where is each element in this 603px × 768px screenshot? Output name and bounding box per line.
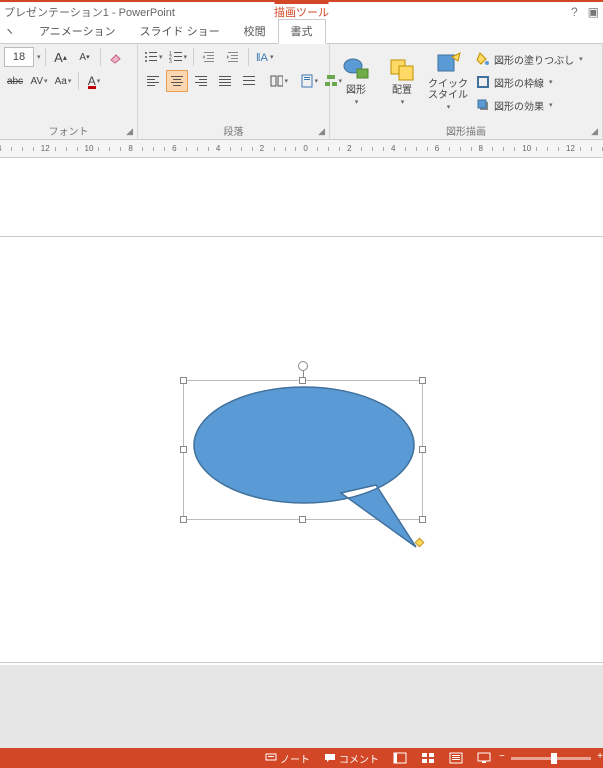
eraser-icon xyxy=(109,50,123,64)
tab-format[interactable]: 書式 xyxy=(278,19,326,44)
group-font: 18 ▾ A▴ A▾ abc AV▾ Aa▾ A ▾ フ xyxy=(0,44,138,139)
notes-icon xyxy=(265,753,277,763)
shape-fill-button[interactable]: 図形の塗りつぶし▾ xyxy=(472,48,587,70)
outline-icon xyxy=(476,75,490,89)
comment-icon xyxy=(324,753,336,763)
strikethrough-button[interactable]: abc xyxy=(4,70,26,92)
group-drawing: 図形 ▾ 配置 ▾ クイック スタイル ▾ 図形の塗りつぶし▾ xyxy=(330,44,603,139)
slide-boundary-bottom xyxy=(0,662,603,663)
svg-text:3: 3 xyxy=(169,59,172,64)
indent-icon xyxy=(226,50,240,64)
slideshow-view-button[interactable] xyxy=(477,752,491,764)
align-right-button[interactable] xyxy=(190,70,212,92)
zoom-thumb[interactable] xyxy=(551,753,557,764)
change-case-button[interactable]: Aa▾ xyxy=(52,70,74,92)
tab-animation[interactable]: アニメーション xyxy=(27,20,128,43)
slide-canvas[interactable] xyxy=(0,158,603,726)
group-drawing-label: 図形描画 xyxy=(446,127,486,138)
drawing-dialog-launcher[interactable]: ◢ xyxy=(591,126,598,137)
group-paragraph-label: 段落 xyxy=(224,127,244,138)
bullets-button[interactable]: ▾ xyxy=(142,46,165,68)
status-bar: ノート コメント xyxy=(0,748,603,768)
workspace-gray xyxy=(0,665,603,748)
font-dialog-launcher[interactable]: ◢ xyxy=(126,126,133,137)
svg-text:‖A: ‖A xyxy=(256,52,269,64)
arrange-icon xyxy=(388,57,416,83)
ribbon-display-options[interactable]: ▣ xyxy=(588,5,599,19)
arrange-button[interactable]: 配置 ▾ xyxy=(380,46,424,116)
numbering-button[interactable]: 123▾ xyxy=(167,46,190,68)
character-spacing-button[interactable]: AV▾ xyxy=(28,70,50,92)
zoom-slider[interactable] xyxy=(511,757,591,760)
columns-icon xyxy=(270,74,283,88)
increase-indent-button[interactable] xyxy=(222,46,244,68)
tab-review[interactable]: 校閲 xyxy=(232,20,278,43)
ribbon: 18 ▾ A▴ A▾ abc AV▾ Aa▾ A ▾ フ xyxy=(0,44,603,140)
reading-view-button[interactable] xyxy=(449,752,463,764)
align-right-icon xyxy=(194,74,208,88)
shape-selection-frame[interactable] xyxy=(183,380,423,520)
comments-button[interactable]: コメント xyxy=(324,751,379,766)
distribute-button[interactable] xyxy=(238,70,260,92)
ribbon-tabs: ヽ アニメーション スライド ショー 校閲 表示 書式 xyxy=(0,22,603,44)
group-font-label: フォント xyxy=(49,127,89,138)
align-text-button[interactable]: ▾ xyxy=(298,70,320,92)
valign-icon xyxy=(300,74,313,88)
distribute-icon xyxy=(242,74,256,88)
shape-effects-button[interactable]: 図形の効果▾ xyxy=(472,94,587,116)
font-size-input[interactable]: 18 xyxy=(4,47,34,67)
shapes-icon xyxy=(342,57,370,83)
window-title: プレゼンテーション1 - PowerPoint xyxy=(4,4,175,20)
shapes-button[interactable]: 図形 ▾ xyxy=(334,46,378,116)
quick-styles-button[interactable]: クイック スタイル ▾ xyxy=(426,46,470,116)
help-button[interactable]: ? xyxy=(571,5,578,19)
decrease-font-button[interactable]: A▾ xyxy=(74,46,96,68)
justify-icon xyxy=(218,74,232,88)
columns-button[interactable]: ▾ xyxy=(268,70,290,92)
horizontal-ruler[interactable]: /* ticks drawn below via JS */ 412108642… xyxy=(0,140,603,158)
align-center-button[interactable] xyxy=(166,70,188,92)
font-color-button[interactable]: A ▾ xyxy=(83,70,105,92)
increase-font-button[interactable]: A▴ xyxy=(50,46,72,68)
decrease-indent-button[interactable] xyxy=(198,46,220,68)
paragraph-dialog-launcher[interactable]: ◢ xyxy=(318,126,325,137)
normal-view-button[interactable] xyxy=(393,752,407,764)
effects-icon xyxy=(476,98,490,112)
fill-icon xyxy=(476,52,490,66)
rotation-handle[interactable] xyxy=(298,361,308,371)
slide-sorter-view-button[interactable] xyxy=(421,752,435,764)
tab-slideshow[interactable]: スライド ショー xyxy=(128,20,232,43)
align-left-button[interactable] xyxy=(142,70,164,92)
align-left-icon xyxy=(146,74,160,88)
group-paragraph: ▾ 123▾ ‖A▾ ▾ ▾ ▾ 段落◢ xyxy=(138,44,330,139)
callout-shape[interactable] xyxy=(176,375,436,555)
shape-outline-button[interactable]: 図形の枠線▾ xyxy=(472,71,587,93)
text-direction-button[interactable]: ‖A▾ xyxy=(253,46,276,68)
slide-boundary xyxy=(0,236,603,237)
font-size-dropdown[interactable]: ▾ xyxy=(37,53,41,61)
outdent-icon xyxy=(202,50,216,64)
clear-formatting-button[interactable] xyxy=(105,46,127,68)
justify-button[interactable] xyxy=(214,70,236,92)
bullets-icon xyxy=(144,50,158,64)
numbering-icon: 123 xyxy=(169,50,183,64)
notes-button[interactable]: ノート xyxy=(265,751,310,766)
align-center-icon xyxy=(170,74,184,88)
text-direction-icon: ‖A xyxy=(255,50,269,64)
tab-partial[interactable]: ヽ xyxy=(0,20,27,43)
quick-styles-icon xyxy=(434,51,462,77)
